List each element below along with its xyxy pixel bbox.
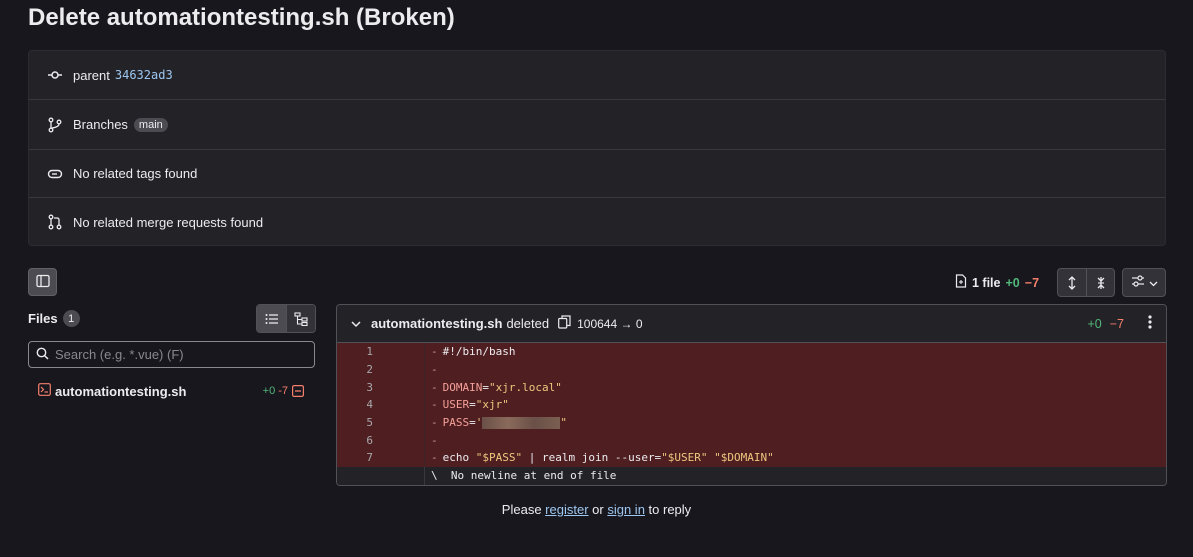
total-deletions: −7 <box>1024 275 1040 290</box>
merge-requests-row: No related merge requests found <box>29 198 1165 246</box>
diff-line: 1 - #!/bin/bash <box>337 343 1166 361</box>
search-icon <box>36 347 49 363</box>
files-changed-count: 1 file <box>972 275 1001 290</box>
no-newline-text: \ No newline at end of file <box>431 469 617 483</box>
parent-row: parent 34632ad3 <box>29 51 1165 100</box>
tag-icon <box>47 166 63 182</box>
copy-path-icon[interactable] <box>558 315 571 332</box>
variable-name: USER <box>442 398 470 412</box>
preferences-icon <box>1131 275 1145 290</box>
diff-file-panel: automationtesting.sh deleted 100644 → 0 … <box>336 304 1167 486</box>
total-additions: +0 <box>1005 275 1020 290</box>
sidebar-icon <box>35 274 50 291</box>
files-heading: Files 1 <box>28 310 80 327</box>
parent-label: parent <box>73 67 110 83</box>
collapse-all-button[interactable] <box>1086 269 1114 296</box>
merge-requests-text: No related merge requests found <box>73 214 264 230</box>
diff-line: 6 - <box>337 431 1166 450</box>
sign-in-link[interactable]: sign in <box>607 502 645 517</box>
string-value: "xjr" <box>475 398 509 412</box>
diff-line: 7 - echo "$PASS" | realm join --user="$US… <box>337 449 1166 467</box>
expand-collapse-group <box>1057 268 1115 297</box>
files-count-badge: 1 <box>62 310 80 327</box>
diff-file-status: deleted <box>506 316 550 331</box>
line-number[interactable]: 4 <box>337 398 373 411</box>
merge-request-icon <box>47 214 63 230</box>
variable-name: PASS <box>442 416 470 430</box>
branches-row: Branches main <box>29 100 1165 150</box>
diff-file-additions: +0 <box>1087 316 1102 331</box>
file-tree-item-stats: +0 -7 <box>263 385 288 397</box>
diff-file-stats: +0 −7 <box>1087 315 1152 332</box>
string-value: "xjr.local" <box>489 380 562 394</box>
register-link[interactable]: register <box>545 502 588 517</box>
line-number[interactable]: 1 <box>337 345 373 358</box>
file-mode-change: 100644 → 0 <box>577 316 643 331</box>
branches-label: Branches <box>73 117 128 132</box>
chevron-down-icon <box>1149 275 1158 290</box>
file-doc-icon <box>955 274 967 291</box>
file-tree-item-deletions: -7 <box>278 385 288 397</box>
expand-all-button[interactable] <box>1058 269 1086 296</box>
diff-lines: 1 - #!/bin/bash 2 - 3 - DOMAIN="xjr.local"… <box>337 343 1166 485</box>
variable-name: DOMAIN <box>442 380 483 394</box>
tags-row: No related tags found <box>29 150 1165 198</box>
files-heading-label: Files <box>28 311 58 326</box>
diff-line: 4 - USER="xjr" <box>337 396 1166 414</box>
file-view-toggle <box>256 304 316 333</box>
toggle-file-browser-button[interactable] <box>28 268 57 296</box>
file-tree-item[interactable]: automationtesting.sh +0 -7 <box>38 382 308 400</box>
line-number[interactable]: 6 <box>337 434 373 447</box>
file-options-kebab-icon[interactable] <box>1148 315 1152 332</box>
line-number[interactable]: 3 <box>337 381 373 394</box>
parent-sha-link[interactable]: 34632ad3 <box>115 68 173 82</box>
diff-line: 3 - DOMAIN="xjr.local" <box>337 378 1166 397</box>
terminal-file-icon <box>38 383 51 399</box>
file-search-field[interactable] <box>28 341 315 368</box>
diff-stats: 1 file +0 −7 <box>955 274 1039 291</box>
no-newline-line: \ No newline at end of file <box>337 466 1166 485</box>
file-tree-item-name: automationtesting.sh <box>55 383 187 399</box>
page-title: Delete automationtesting.sh (Broken) <box>28 4 455 31</box>
file-tree-item-additions: +0 <box>262 385 276 397</box>
redacted-secret <box>482 417 561 430</box>
diff-file-header: automationtesting.sh deleted 100644 → 0 … <box>337 305 1166 343</box>
file-search-input[interactable] <box>55 347 305 362</box>
branch-badge[interactable]: main <box>133 117 168 132</box>
tags-text: No related tags found <box>73 166 198 181</box>
collapse-file-chevron-icon[interactable] <box>351 316 361 331</box>
diff-file-deletions: −7 <box>1109 316 1124 331</box>
commit-meta-card: parent 34632ad3 Branches main No related… <box>28 50 1166 246</box>
file-deleted-icon <box>292 385 305 400</box>
line-number[interactable]: 5 <box>337 416 373 429</box>
line-code: #!/bin/bash <box>442 345 516 359</box>
line-number[interactable]: 2 <box>337 363 373 376</box>
list-view-button[interactable] <box>257 305 286 332</box>
diff-line: 5 - PASS=' " <box>337 413 1166 432</box>
reply-prompt: Please register or sign in to reply <box>501 502 692 517</box>
diff-file-name[interactable]: automationtesting.sh <box>371 316 502 331</box>
tree-view-button[interactable] <box>286 305 315 332</box>
diff-settings-dropdown[interactable] <box>1122 268 1166 297</box>
commit-icon <box>47 67 63 83</box>
diff-line: 2 - <box>337 360 1166 379</box>
line-number[interactable]: 7 <box>337 451 373 464</box>
branch-icon <box>47 117 63 133</box>
